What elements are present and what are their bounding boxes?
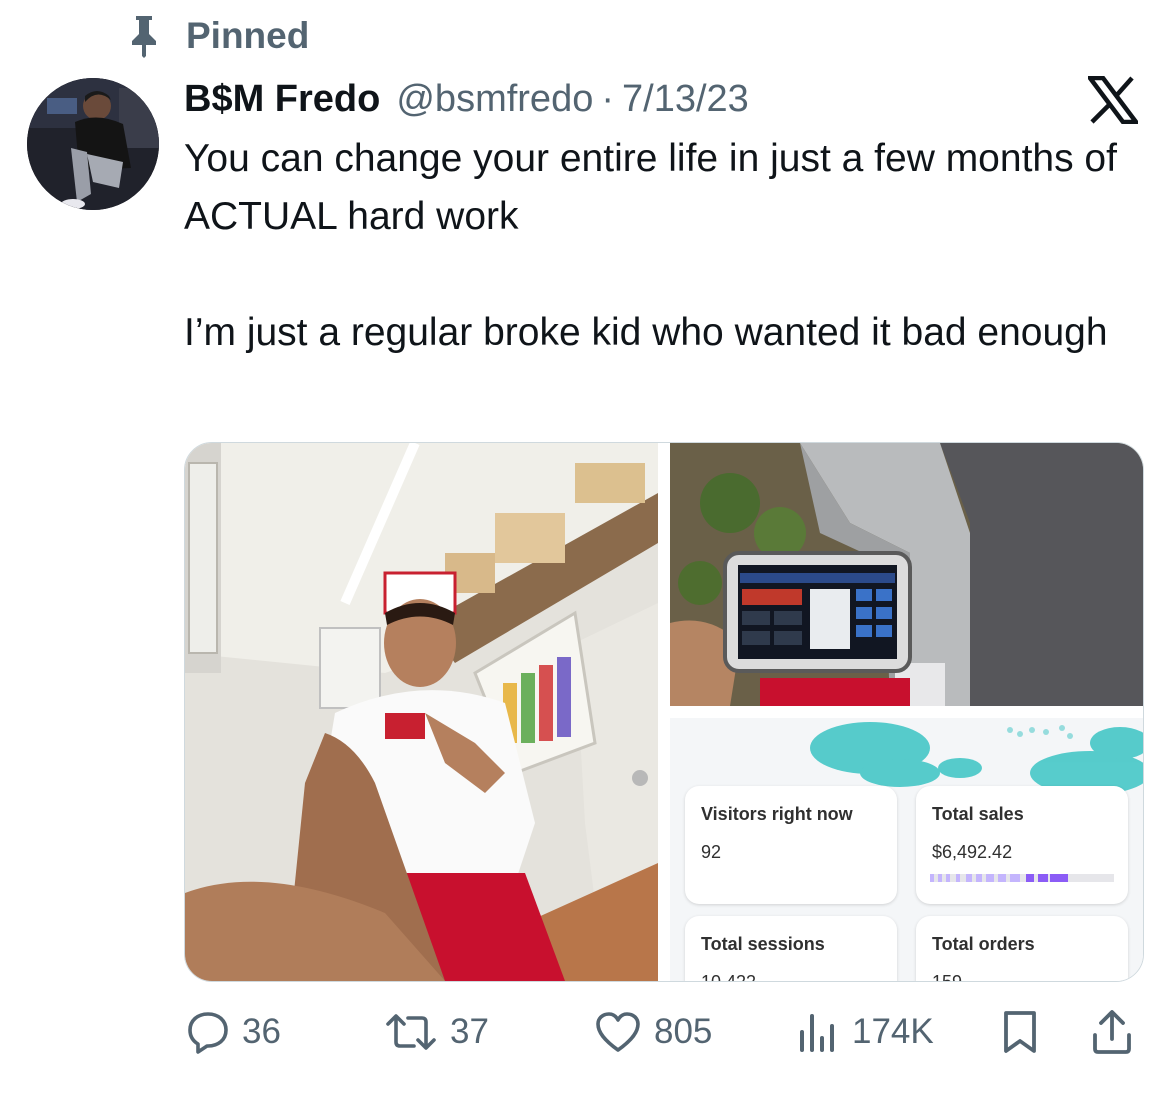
visitors-card[interactable]: Visitors right now 92 xyxy=(685,786,897,904)
avatar-image xyxy=(27,78,159,210)
reply-icon xyxy=(188,1012,228,1054)
sales-card[interactable]: Total sales $6,492.42 xyxy=(916,786,1128,904)
sales-value: $6,492.42 xyxy=(932,842,1013,862)
author-name[interactable]: B$M Fredo xyxy=(184,78,380,121)
sessions-value: 10,422 xyxy=(701,972,756,981)
orders-value: 159 xyxy=(932,972,962,981)
author-handle[interactable]: @bsmfredo xyxy=(396,78,593,121)
tweet-text: You can change your entire life in just … xyxy=(184,130,1124,362)
repost-count: 37 xyxy=(450,1012,489,1051)
share-icon xyxy=(1093,1010,1131,1054)
heart-icon xyxy=(596,1012,640,1052)
bookmark-button[interactable] xyxy=(1000,1004,1040,1060)
sales-label: Total sales xyxy=(932,804,1024,824)
photo-tablet[interactable] xyxy=(670,443,1143,706)
separator-dot: · xyxy=(601,77,614,120)
analytics-dashboard[interactable]: Visitors right now 92 Total sales $6,492… xyxy=(670,718,1143,981)
share-button[interactable] xyxy=(1090,1004,1134,1060)
pinned-indicator: Pinned xyxy=(124,12,309,60)
pinned-label: Pinned xyxy=(186,15,310,56)
tweet-date[interactable]: 7/13/23 xyxy=(622,78,749,121)
avatar[interactable] xyxy=(27,78,159,210)
sessions-card[interactable]: Total sessions 10,422 xyxy=(685,916,897,981)
orders-label: Total orders xyxy=(932,934,1035,954)
reply-button[interactable]: 36 xyxy=(186,1004,281,1060)
tweet-paragraph: I’m just a regular broke kid who wanted … xyxy=(184,311,1108,354)
tweet-paragraph: You can change your entire life in just … xyxy=(184,137,1117,238)
sales-sparkbar xyxy=(930,874,1114,882)
repost-button[interactable]: 37 xyxy=(384,1004,489,1060)
sessions-label: Total sessions xyxy=(701,934,825,954)
photo-selfie[interactable] xyxy=(185,443,658,981)
like-button[interactable]: 805 xyxy=(594,1004,712,1060)
views-icon xyxy=(800,1014,834,1052)
media-grid: Visitors right now 92 Total sales $6,492… xyxy=(184,442,1144,982)
reply-count: 36 xyxy=(242,1012,281,1051)
visitors-value: 92 xyxy=(701,842,722,862)
like-count: 805 xyxy=(654,1012,713,1051)
tweet-header: B$M Fredo @bsmfredo · 7/13/23 xyxy=(184,72,749,126)
views-button[interactable]: 174K xyxy=(796,1004,934,1060)
x-logo-icon[interactable] xyxy=(1088,76,1138,124)
bookmark-icon xyxy=(1004,1011,1036,1053)
repost-icon xyxy=(386,1014,436,1050)
action-bar: 36 37 805 174K xyxy=(186,1004,1136,1060)
orders-card[interactable]: Total orders 159 xyxy=(916,916,1128,981)
pin-icon xyxy=(132,16,156,58)
visitors-label: Visitors right now xyxy=(701,804,853,824)
views-count: 174K xyxy=(852,1012,934,1051)
